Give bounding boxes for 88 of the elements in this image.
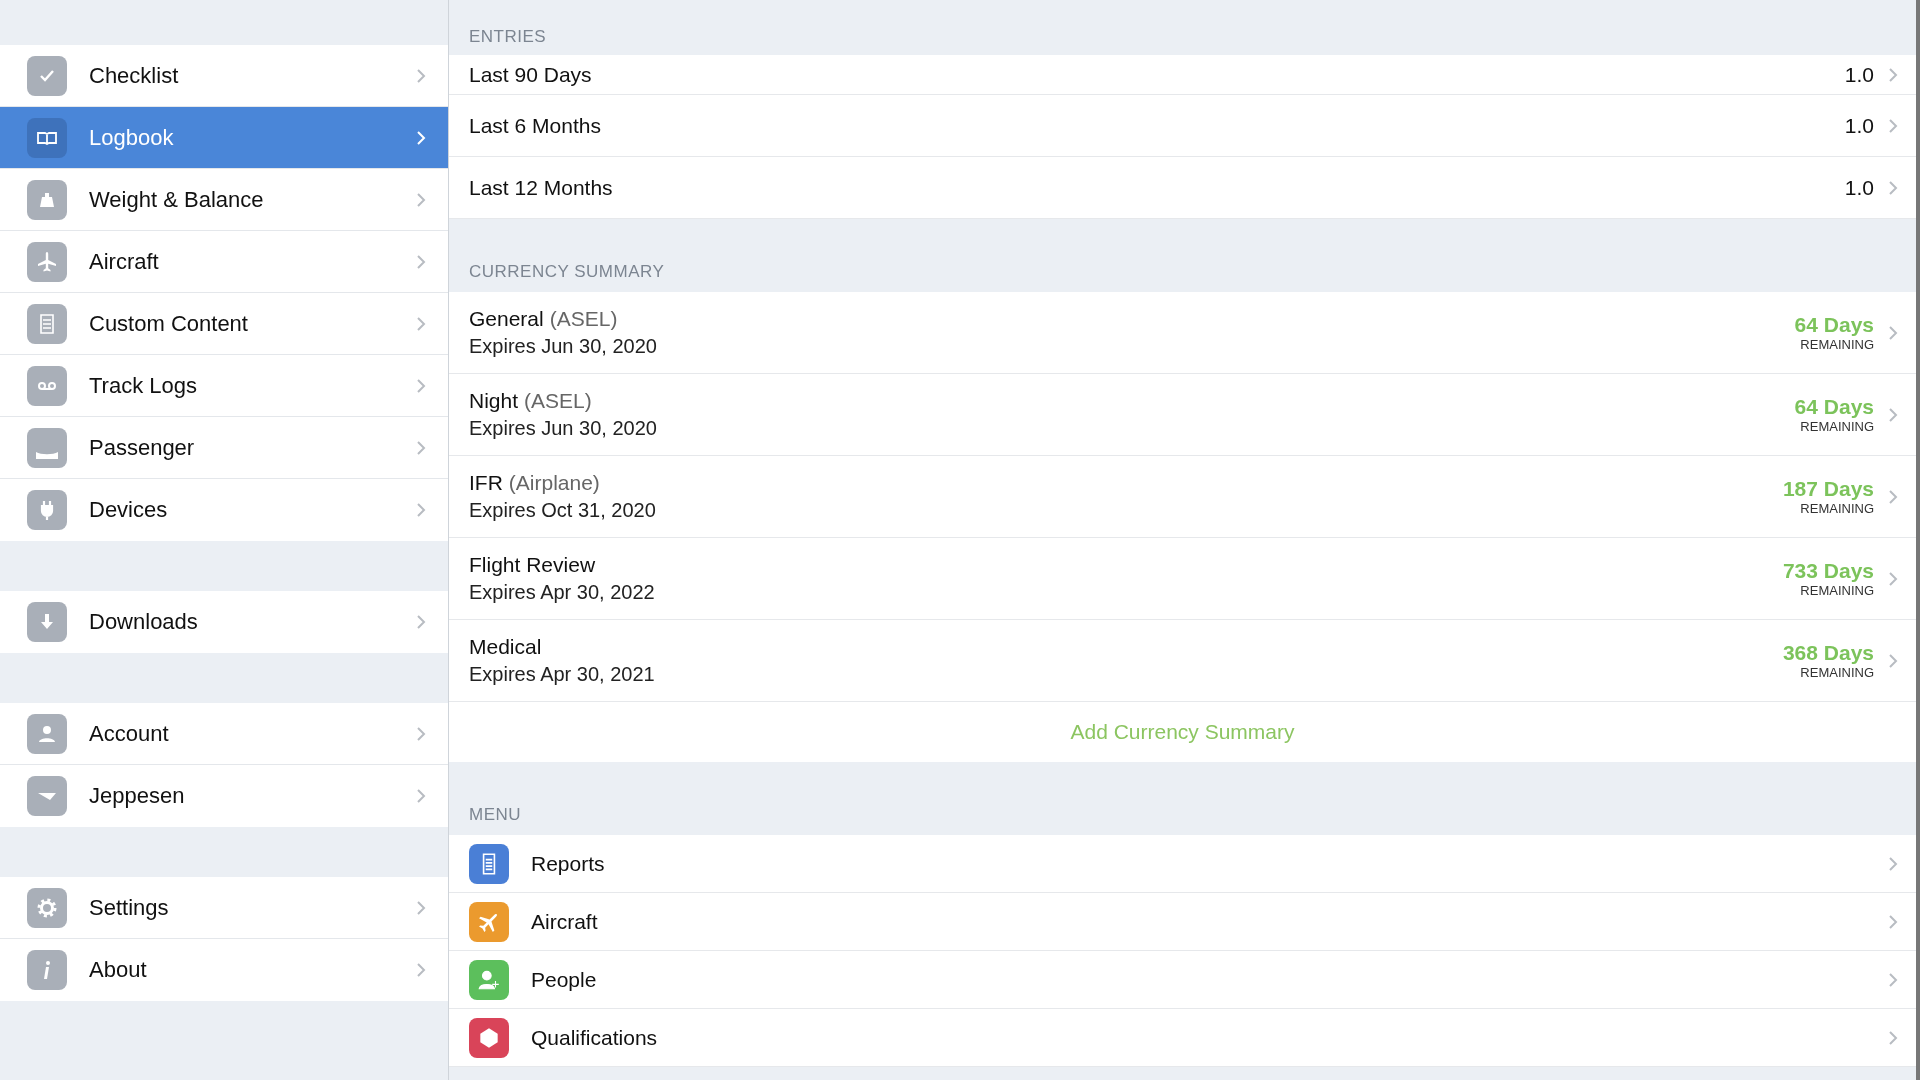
menu-item[interactable]: People (449, 951, 1916, 1009)
currency-name: General (469, 307, 544, 331)
chevron-icon (416, 315, 426, 332)
chevron-icon (1888, 971, 1898, 988)
chevron-icon (1888, 570, 1898, 587)
sidebar-item[interactable]: Custom Content (0, 293, 448, 355)
sidebar-item[interactable]: Track Logs (0, 355, 448, 417)
currency-name: Medical (469, 635, 542, 659)
expiry-date: Expires Jun 30, 2020 (469, 335, 658, 358)
chevron-icon (1888, 66, 1898, 83)
expiry-date: Expires Apr 30, 2021 (469, 663, 656, 686)
plug-icon (27, 490, 67, 530)
currency-row[interactable]: Flight Review Expires Apr 30, 2022 733 Days REMAINING (449, 538, 1916, 620)
currency-qualifier: (Airplane) (508, 471, 600, 495)
chevron-icon (1888, 488, 1898, 505)
currency-name: Night (469, 389, 519, 413)
sidebar-item[interactable]: Devices (0, 479, 448, 541)
expiry-date: Expires Apr 30, 2022 (469, 581, 656, 604)
plane-icon (27, 241, 67, 282)
gear-icon (27, 887, 67, 928)
chevron-icon (416, 129, 426, 146)
days-count: 64 Days (1794, 395, 1874, 419)
doc-icon (27, 303, 67, 344)
currency-qualifier: (ASEL) (524, 389, 592, 413)
download-icon (27, 602, 67, 642)
tray-icon (27, 427, 67, 468)
currency-row[interactable]: Medical Expires Apr 30, 2021 368 Days REMAINING (449, 620, 1916, 702)
expiry-date: Expires Jun 30, 2020 (469, 417, 658, 440)
expiry-date: Expires Oct 31, 2020 (469, 499, 657, 522)
sidebar-item[interactable]: Logbook (0, 107, 448, 169)
menu-item[interactable]: Reports (449, 835, 1916, 893)
chevron-icon (416, 191, 426, 208)
weight-icon (27, 179, 67, 220)
remaining-label: REMAINING (1800, 337, 1874, 352)
sidebar-item[interactable]: About (0, 939, 448, 1001)
chevron-icon (416, 67, 426, 84)
chevron-icon (416, 725, 426, 742)
wedge-icon (27, 776, 67, 816)
section-header: ENTRIES (469, 27, 547, 47)
sidebar-item[interactable]: Aircraft (0, 231, 448, 293)
list-row[interactable]: Last 90 Days 1.0 (449, 55, 1916, 95)
sidebar-item[interactable]: Settings (0, 877, 448, 939)
chevron-icon (416, 502, 426, 518)
section-header: CURRENCY SUMMARY (469, 262, 665, 282)
remaining-label: REMAINING (1800, 665, 1874, 680)
remaining-label: REMAINING (1800, 501, 1874, 516)
currency-name: IFR (469, 471, 503, 495)
days-count: 64 Days (1794, 313, 1874, 337)
sidebar-item[interactable]: Jeppesen (0, 765, 448, 827)
chevron-icon (416, 899, 426, 916)
sidebar-item[interactable]: Account (0, 703, 448, 765)
person-icon (27, 713, 67, 754)
chevron-icon (1888, 324, 1898, 341)
book-icon (27, 117, 67, 158)
chevron-icon (1888, 1029, 1898, 1046)
days-count: 733 Days (1782, 559, 1874, 583)
chevron-icon (1888, 117, 1898, 134)
currency-name: Flight Review (469, 553, 596, 577)
list-row[interactable]: Last 12 Months 1.0 (449, 157, 1916, 219)
currency-row[interactable]: General (ASEL) Expires Jun 30, 2020 64 Days REMAINING (449, 292, 1916, 374)
sidebar-item[interactable]: Weight & Balance (0, 169, 448, 231)
menu-item[interactable]: Qualifications (449, 1009, 1916, 1067)
chevron-icon (1888, 652, 1898, 669)
menu-item[interactable]: Aircraft (449, 893, 1916, 951)
tape-icon (27, 365, 67, 406)
days-count: 187 Days (1782, 477, 1874, 501)
section-header: MENU (469, 805, 522, 825)
remaining-label: REMAINING (1800, 583, 1874, 598)
currency-row[interactable]: IFR (Airplane) Expires Oct 31, 2020 187 Days REMAINING (449, 456, 1916, 538)
chevron-icon (416, 439, 426, 456)
info-icon (27, 950, 67, 990)
chevron-icon (1888, 179, 1898, 196)
check-icon (27, 55, 67, 96)
days-count: 368 Days (1782, 641, 1874, 665)
sidebar-item[interactable]: Passenger (0, 417, 448, 479)
chevron-icon (416, 962, 426, 978)
currency-row[interactable]: Night (ASEL) Expires Jun 30, 2020 64 Days REMAINING (449, 374, 1916, 456)
chevron-icon (416, 377, 426, 394)
sidebar-item[interactable]: Downloads (0, 591, 448, 653)
chevron-icon (1888, 913, 1898, 930)
chevron-icon (416, 253, 426, 270)
chevron-icon (416, 788, 426, 804)
chevron-icon (1888, 406, 1898, 423)
remaining-label: REMAINING (1800, 419, 1874, 434)
currency-qualifier: (ASEL) (549, 307, 618, 331)
chevron-icon (416, 614, 426, 630)
list-row[interactable]: Last 6 Months 1.0 (449, 95, 1916, 157)
chevron-icon (1888, 855, 1898, 872)
